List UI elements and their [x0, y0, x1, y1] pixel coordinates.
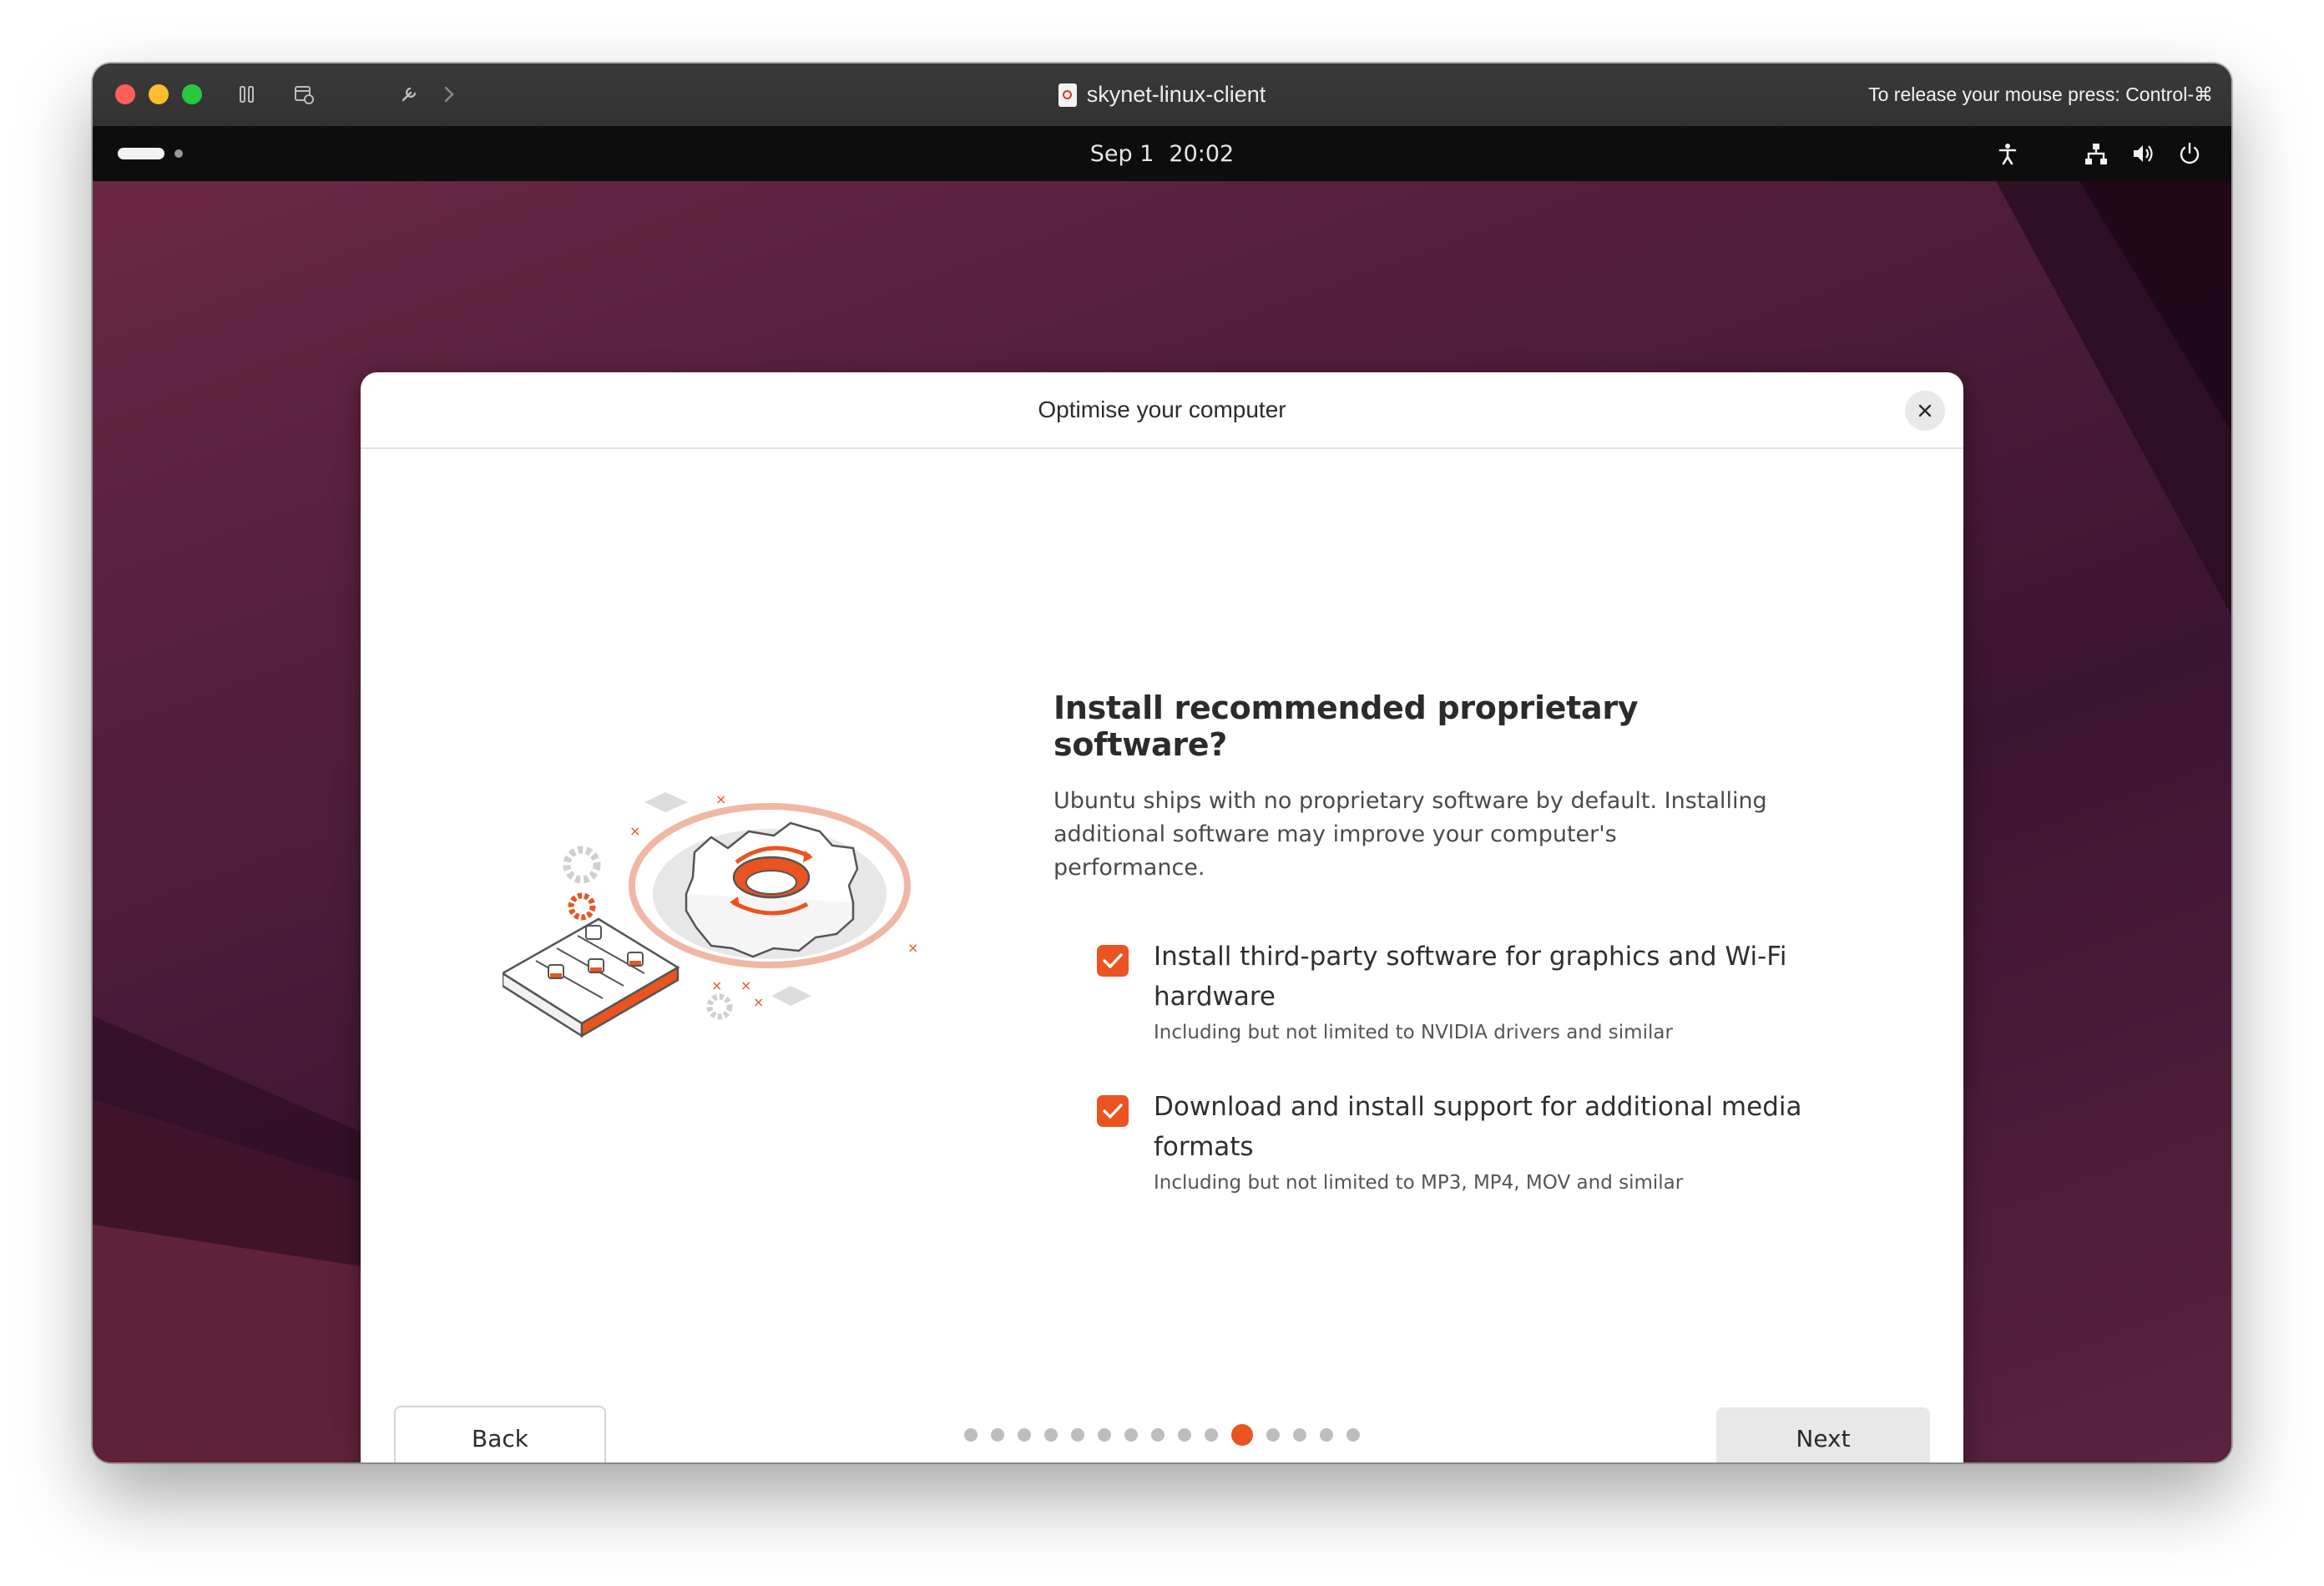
- step-dot: [1346, 1428, 1360, 1442]
- clock-time: 20:02: [1169, 140, 1235, 167]
- media-formats-checkbox[interactable]: [1097, 1095, 1129, 1127]
- step-dot: [991, 1428, 1004, 1442]
- third-party-checkbox[interactable]: [1097, 945, 1129, 977]
- page-description: Ubuntu ships with no proprietary softwar…: [1053, 788, 1767, 881]
- step-dot: [1018, 1428, 1031, 1442]
- step-dot: [1044, 1428, 1058, 1442]
- media-formats-sublabel: Including but not limited to MP3, MP4, M…: [1154, 1172, 1684, 1194]
- optimise-gears-illustration: × × × × × ×: [503, 791, 918, 1038]
- clock-date: Sep 1: [1089, 140, 1154, 167]
- release-mouse-hint: To release your mouse press: Control-⌘: [1868, 83, 2213, 105]
- step-dot: [1098, 1428, 1111, 1442]
- dialog-title: Optimise your computer: [1038, 396, 1286, 422]
- vm-window-title-text: skynet-linux-client: [1086, 82, 1266, 107]
- setup-dialog: Optimise your computer × × × × × × Insta…: [361, 372, 1963, 1462]
- close-icon: [1918, 404, 1932, 417]
- option-media-formats[interactable]: Download and install support for additio…: [1097, 1087, 1813, 1194]
- svg-text:×: ×: [753, 994, 764, 1010]
- clock[interactable]: Sep 1 20:02: [93, 126, 2231, 181]
- media-formats-label: Download and install support for additio…: [1154, 1092, 1802, 1162]
- desktop-background: Optimise your computer × × × × × × Insta…: [93, 181, 2231, 1462]
- dialog-header: Optimise your computer: [361, 372, 1963, 449]
- svg-text:×: ×: [740, 977, 751, 993]
- svg-text:×: ×: [907, 940, 918, 956]
- step-dot: [1293, 1428, 1306, 1442]
- step-dot-current: [1231, 1424, 1253, 1446]
- step-dot: [1266, 1428, 1280, 1442]
- next-button[interactable]: Next: [1716, 1407, 1930, 1462]
- network-icon[interactable]: [2083, 140, 2109, 167]
- svg-text:×: ×: [711, 977, 722, 993]
- step-dot: [964, 1428, 978, 1442]
- svg-text:×: ×: [629, 823, 640, 839]
- vm-document-icon: [1058, 83, 1077, 107]
- step-dot: [1178, 1428, 1191, 1442]
- page-heading: Install recommended proprietary software…: [1053, 689, 1639, 763]
- step-dot: [1124, 1428, 1138, 1442]
- step-dot: [1320, 1428, 1333, 1442]
- step-dot: [1151, 1428, 1165, 1442]
- close-button[interactable]: [1905, 391, 1945, 431]
- checkmark-icon: [1103, 953, 1123, 968]
- checkmark-icon: [1103, 1104, 1123, 1119]
- step-dot: [1205, 1428, 1218, 1442]
- gnome-top-bar: Sep 1 20:02: [93, 126, 2231, 181]
- dialog-content: Install recommended proprietary software…: [1053, 689, 1805, 1194]
- svg-text:×: ×: [715, 791, 726, 807]
- step-dot: [1071, 1428, 1084, 1442]
- option-third-party-software[interactable]: Install third-party software for graphic…: [1097, 937, 1813, 1043]
- vm-window: skynet-linux-client To release your mous…: [93, 63, 2231, 1462]
- volume-icon[interactable]: [2129, 140, 2156, 167]
- accessibility-icon[interactable]: [1994, 140, 2021, 167]
- third-party-label: Install third-party software for graphic…: [1154, 942, 1787, 1012]
- power-icon[interactable]: [2176, 140, 2203, 167]
- vm-titlebar: skynet-linux-client To release your mous…: [93, 63, 2231, 127]
- third-party-sublabel: Including but not limited to NVIDIA driv…: [1154, 1022, 1673, 1043]
